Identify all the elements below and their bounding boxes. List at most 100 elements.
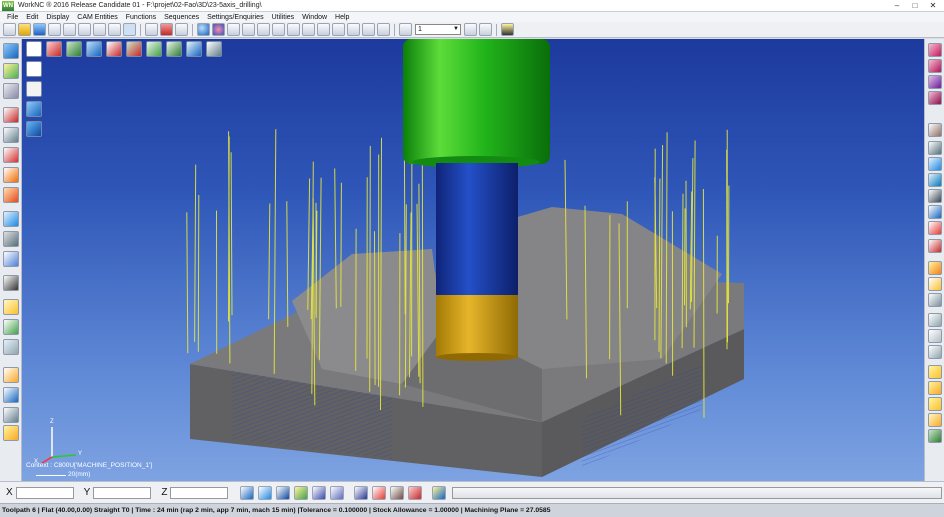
- view-bottom-icon[interactable]: [186, 41, 202, 57]
- menu-edit[interactable]: Edit: [22, 14, 42, 21]
- redo-icon[interactable]: [78, 23, 91, 36]
- transparent-cube-icon[interactable]: [26, 81, 42, 97]
- measure-distance-icon[interactable]: [928, 141, 942, 155]
- pick-point-icon[interactable]: [240, 485, 255, 500]
- x-coordinate-input[interactable]: [15, 486, 74, 499]
- slope-icon[interactable]: [928, 157, 942, 171]
- arrow-down-icon[interactable]: [928, 429, 942, 443]
- menu-help[interactable]: Help: [331, 14, 353, 21]
- camera-icon[interactable]: [227, 23, 240, 36]
- close-button[interactable]: ✕: [924, 0, 942, 11]
- zoom-out-icon[interactable]: [287, 23, 300, 36]
- probe-icon[interactable]: [3, 251, 19, 267]
- diamond-outline-icon[interactable]: [928, 329, 942, 343]
- view-blue-cube-icon[interactable]: [86, 41, 102, 57]
- info-icon[interactable]: [354, 485, 369, 500]
- simulation-icon[interactable]: [3, 299, 19, 315]
- view-green-cube-icon[interactable]: [66, 41, 82, 57]
- view-side-cube-icon[interactable]: [166, 41, 182, 57]
- zoom-fit-icon[interactable]: [317, 23, 330, 36]
- tool-database-icon[interactable]: [390, 485, 405, 500]
- refresh-icon[interactable]: [93, 23, 106, 36]
- postprocess-icon[interactable]: [3, 367, 19, 383]
- wireframe-cube-icon[interactable]: [26, 61, 42, 77]
- view-red-cube-icon[interactable]: [46, 41, 62, 57]
- layer-icon[interactable]: [257, 23, 270, 36]
- depth-icon[interactable]: [928, 173, 942, 187]
- link-icon[interactable]: [928, 277, 942, 291]
- print-icon[interactable]: [48, 23, 61, 36]
- frame-icon[interactable]: [928, 293, 942, 307]
- tool-info-icon[interactable]: [372, 485, 387, 500]
- rotate-icon[interactable]: [347, 23, 360, 36]
- 3d-viewport[interactable]: Z Y X Context : C800U['MACHINE_POSITION_…: [22, 39, 924, 481]
- view-top-cube-icon[interactable]: [126, 41, 142, 57]
- list-icon[interactable]: [501, 23, 514, 36]
- delete-icon[interactable]: [408, 485, 423, 500]
- nc-program-icon[interactable]: [3, 425, 19, 441]
- verify-icon[interactable]: [3, 319, 19, 335]
- layer-visibility-icon[interactable]: [399, 23, 412, 36]
- surface-visible-icon[interactable]: [928, 75, 942, 89]
- menu-functions[interactable]: Functions: [122, 14, 160, 21]
- menu-file[interactable]: File: [3, 14, 22, 21]
- sphere-icon[interactable]: [197, 23, 210, 36]
- pan-icon[interactable]: [332, 23, 345, 36]
- pick-edge-icon[interactable]: [312, 485, 327, 500]
- eraser-icon[interactable]: [928, 397, 942, 411]
- zoom-view-icon[interactable]: [206, 41, 222, 57]
- view-front-cube-icon[interactable]: [146, 41, 162, 57]
- holder-icon[interactable]: [928, 205, 942, 219]
- grid-icon[interactable]: [108, 23, 121, 36]
- open-folder-icon[interactable]: [18, 23, 31, 36]
- roughing-icon[interactable]: [3, 107, 19, 123]
- finishing-icon[interactable]: [3, 147, 19, 163]
- reroughing-icon[interactable]: [3, 127, 19, 143]
- report-icon[interactable]: [3, 387, 19, 403]
- menu-window[interactable]: Window: [298, 14, 331, 21]
- pen-icon[interactable]: [928, 365, 942, 379]
- axis-icon[interactable]: [145, 23, 158, 36]
- shaded-cube-icon[interactable]: [26, 101, 42, 117]
- z-coordinate-input[interactable]: [170, 486, 229, 499]
- new-file-icon[interactable]: [3, 23, 16, 36]
- tool-icon[interactable]: [3, 231, 19, 247]
- menu-utilities[interactable]: Utilities: [268, 14, 299, 21]
- diamond-icon[interactable]: [928, 313, 942, 327]
- hamburger-menu-icon[interactable]: [26, 41, 42, 57]
- highlight-icon[interactable]: [928, 413, 942, 427]
- minimize-button[interactable]: –: [888, 0, 906, 11]
- section-icon[interactable]: [377, 23, 390, 36]
- shaded-view-icon[interactable]: [175, 23, 188, 36]
- menu-settings-enquiries[interactable]: Settings/Enquiries: [203, 14, 267, 21]
- drill-icon[interactable]: [3, 211, 19, 227]
- menu-sequences[interactable]: Sequences: [160, 14, 203, 21]
- solid-cube-icon[interactable]: [26, 121, 42, 137]
- import-icon[interactable]: [3, 63, 19, 79]
- pick-drill-icon[interactable]: [294, 485, 309, 500]
- export-icon[interactable]: [3, 407, 19, 423]
- boundary-icon[interactable]: [3, 83, 19, 99]
- machining-scene[interactable]: [22, 39, 924, 481]
- maximize-button[interactable]: □: [906, 0, 924, 11]
- grid-view-icon[interactable]: [928, 345, 942, 359]
- zoom-in-icon[interactable]: [272, 23, 285, 36]
- stock-visible-icon[interactable]: [928, 59, 942, 73]
- layer-back-icon[interactable]: [464, 23, 477, 36]
- pencil-icon[interactable]: [3, 187, 19, 203]
- menu-display[interactable]: Display: [42, 14, 73, 21]
- toolpath-color-icon[interactable]: [928, 239, 942, 253]
- machine-icon[interactable]: [3, 275, 19, 291]
- pick-surface-icon[interactable]: [258, 485, 273, 500]
- part-visible-icon[interactable]: [928, 43, 942, 57]
- pick-curve-icon[interactable]: [276, 485, 291, 500]
- color-palette-icon[interactable]: [212, 23, 225, 36]
- brush-icon[interactable]: [928, 381, 942, 395]
- layer-forward-icon[interactable]: [479, 23, 492, 36]
- save-icon[interactable]: [33, 23, 46, 36]
- stock-model-icon[interactable]: [3, 43, 19, 59]
- menu-cam-entities[interactable]: CAM Entities: [73, 14, 121, 21]
- view-iso-cube-icon[interactable]: [106, 41, 122, 57]
- contour-icon[interactable]: [3, 167, 19, 183]
- fill-color-icon[interactable]: [928, 261, 942, 275]
